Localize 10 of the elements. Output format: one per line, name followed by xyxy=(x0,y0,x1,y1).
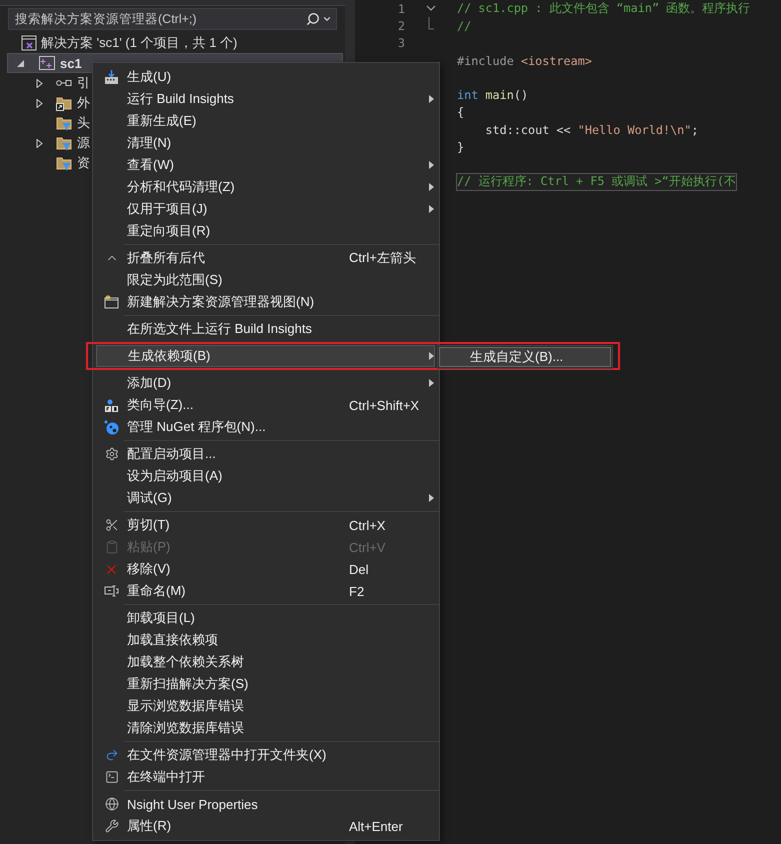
code-line: } xyxy=(457,140,464,154)
line-number: 3 xyxy=(396,36,405,50)
code-line: std::cout << "Hello World!\n"; xyxy=(484,122,698,137)
code-line: int main() xyxy=(457,88,528,102)
line-number: 2 xyxy=(396,18,405,33)
code-line: #include <iostream> xyxy=(457,54,592,68)
code-line: // sc1.cpp : 此文件包含 “main” 函数。程序执行 xyxy=(457,0,750,17)
code-line: { xyxy=(457,105,464,120)
code-line: // xyxy=(457,18,472,33)
line-number: 1 xyxy=(396,2,405,16)
